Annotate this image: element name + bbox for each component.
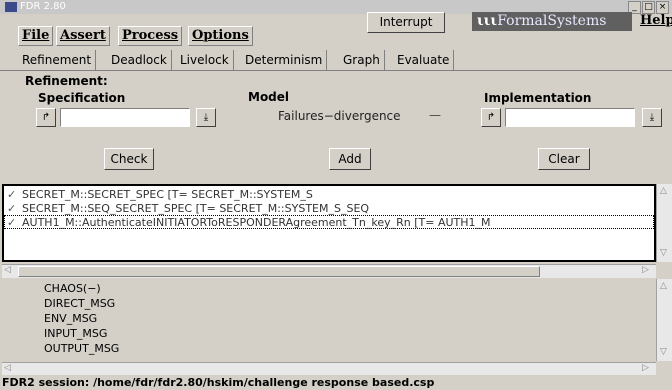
results-horizontal-scrollbar[interactable]: ◁ ▷	[2, 264, 656, 278]
scroll-left-icon[interactable]: ◁	[4, 363, 11, 373]
impl-arrow-icon: ↱	[486, 112, 496, 123]
impl-download-icon: ⤓	[649, 112, 655, 123]
add-button[interactable]: Add	[329, 148, 371, 170]
menu-options-label: Options	[192, 28, 249, 43]
results-vertical-scrollbar[interactable]: △ ▽	[656, 184, 672, 262]
model-dropdown-indicator[interactable]: —	[429, 108, 441, 122]
menu-assert[interactable]: Assert	[56, 26, 110, 46]
process-item[interactable]: ENV_MSG	[44, 312, 97, 325]
scroll-right-icon[interactable]: ▷	[642, 265, 649, 275]
menu-help[interactable]: Help	[640, 12, 672, 30]
impl-history-button[interactable]: ↱	[481, 108, 501, 127]
spec-arrow-icon: ↱	[41, 112, 51, 123]
tab-evaluate[interactable]: Evaluate	[393, 50, 455, 70]
assertion-results-list[interactable]: ✓ SECRET_M::SECRET_SPEC [T= SECRET_M::SY…	[2, 184, 656, 262]
process-horizontal-scrollbar[interactable]: ◁ ▷	[2, 362, 656, 375]
check-button[interactable]: Check	[104, 148, 154, 170]
menu-file-label: File	[22, 28, 50, 43]
impl-input[interactable]	[505, 108, 635, 127]
process-vertical-scrollbar[interactable]: △ ▽	[656, 279, 672, 361]
process-list[interactable]: CHAOS(−) DIRECT_MSG ENV_MSG INPUT_MSG OU…	[2, 279, 656, 361]
refinement-heading: Refinement:	[25, 74, 108, 88]
clear-button[interactable]: Clear	[538, 148, 590, 170]
process-item[interactable]: CHAOS(−)	[44, 282, 101, 295]
tab-graph[interactable]: Graph	[339, 50, 385, 70]
tab-refinement[interactable]: Refinement	[18, 50, 97, 70]
tab-determinism[interactable]: Determinism	[241, 50, 328, 70]
scroll-down-icon[interactable]: ▽	[660, 248, 667, 258]
spec-download-icon: ⤓	[203, 112, 209, 123]
scroll-up-icon[interactable]: △	[660, 281, 667, 291]
app-icon	[5, 2, 17, 12]
process-item[interactable]: DIRECT_MSG	[44, 297, 115, 310]
result-row[interactable]: SECRET_M::SECRET_SPEC [T= SECRET_M::SYST…	[22, 188, 313, 201]
menu-file[interactable]: File	[18, 26, 54, 46]
check-icon: ✓	[7, 188, 17, 201]
menu-process[interactable]: Process	[118, 26, 183, 46]
scroll-down-icon[interactable]: ▽	[660, 347, 667, 357]
spec-load-button[interactable]: ⤓	[196, 108, 216, 127]
impl-label: Implementation	[484, 91, 592, 105]
check-icon: ✓	[7, 216, 17, 229]
logo-mark-icon: ιιι	[472, 13, 498, 29]
model-label: Model	[248, 90, 290, 104]
tab-livelock[interactable]: Livelock	[176, 50, 234, 70]
check-icon: ✓	[7, 202, 17, 215]
spec-history-button[interactable]: ↱	[36, 108, 56, 127]
result-row[interactable]: SECRET_M::SEQ_SECRET_SPEC [T= SECRET_M::…	[22, 202, 369, 215]
formal-systems-logo: ιιιFormalSystems	[472, 12, 632, 31]
process-item[interactable]: OUTPUT_MSG	[44, 342, 119, 355]
process-item[interactable]: INPUT_MSG	[44, 327, 107, 340]
model-value[interactable]: Failures−divergence	[278, 109, 401, 123]
menu-process-label: Process	[122, 28, 179, 43]
logo-text: FormalSystems	[497, 13, 607, 29]
window-title: FDR 2.80	[20, 1, 66, 12]
menu-assert-label: Assert	[60, 28, 106, 43]
interrupt-button[interactable]: Interrupt	[367, 12, 445, 33]
menu-options[interactable]: Options	[188, 26, 253, 46]
scroll-up-icon[interactable]: △	[660, 186, 667, 196]
tab-deadlock[interactable]: Deadlock	[107, 50, 172, 70]
tab-divider	[0, 70, 672, 71]
session-status: FDR2 session: /home/fdr/fdr2.80/hskim/ch…	[2, 376, 435, 389]
results-scroll-thumb[interactable]	[18, 266, 540, 277]
spec-input[interactable]	[60, 108, 190, 127]
impl-load-button[interactable]: ⤓	[642, 108, 662, 127]
scroll-left-icon[interactable]: ◁	[4, 265, 11, 275]
fdr-window: FDR 2.80 _ □ × File Assert Process Optio…	[0, 0, 672, 390]
spec-label: Specification	[38, 91, 126, 105]
result-row-selected[interactable]: AUTH1_M::AuthenticateINITIATORToRESPONDE…	[22, 216, 491, 229]
scroll-right-icon[interactable]: ▷	[642, 363, 649, 373]
